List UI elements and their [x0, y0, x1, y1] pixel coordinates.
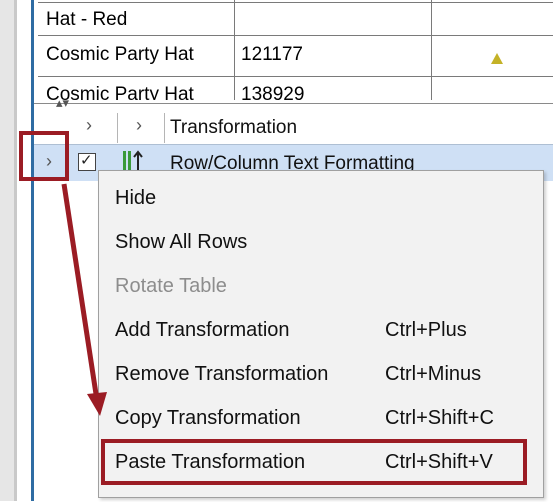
annotation-arrow	[61, 183, 107, 416]
